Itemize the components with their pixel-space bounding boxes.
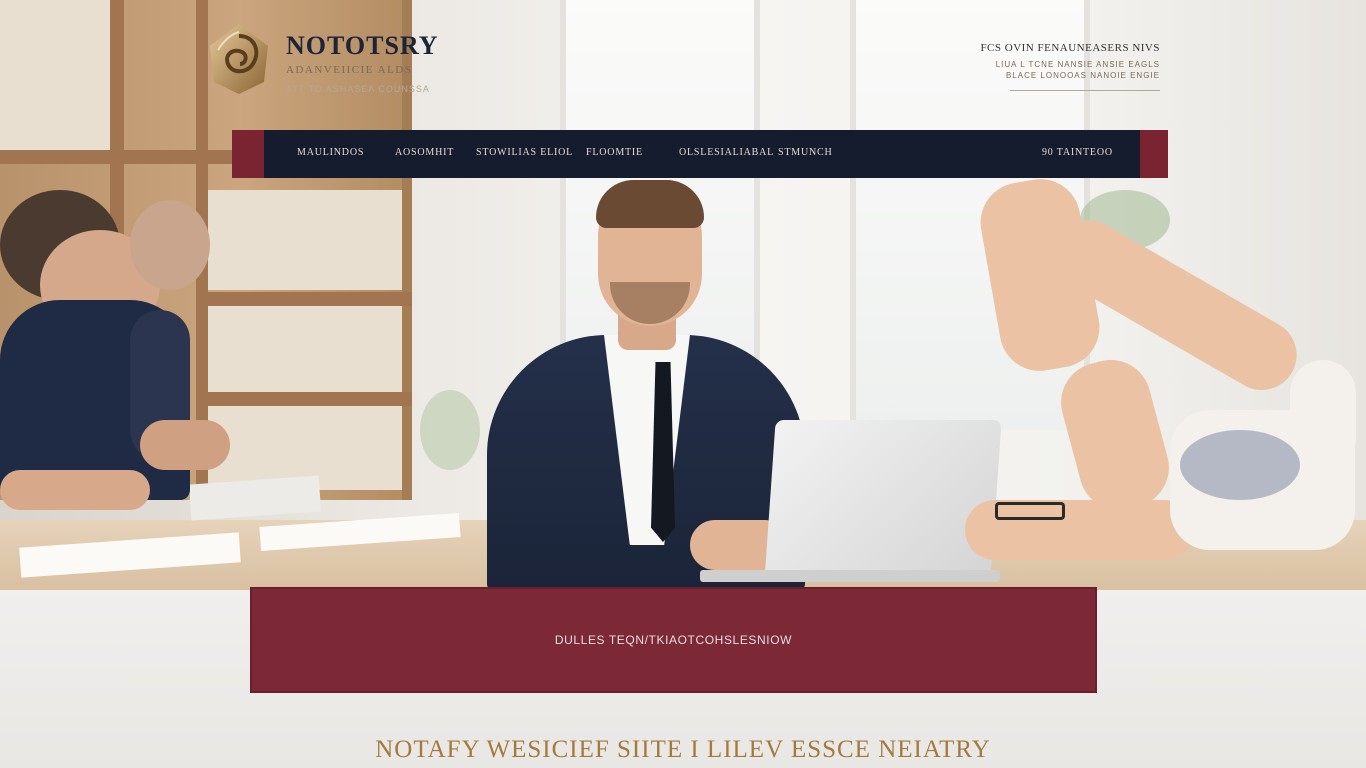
contact-divider [1010,90,1160,91]
site-logo[interactable]: NOTOTSRY ADANVEIICIE ALDS ATT TO ASHASEA… [204,20,439,96]
page-headline: NOTAFY WESICIEF SIITE I LILEV ESSCE NEIA… [375,736,991,763]
header-contact: FCS OVIN FENAUNEASERS NIVS LIUA L TCNE N… [960,42,1160,91]
nav-item[interactable]: OLSLESIALIABAL [679,147,774,158]
banner-text: DULLES TEQN/TKIAOTCOHSLESNIOW [554,633,793,647]
colleagues-figure [0,190,240,530]
logo-name: NOTOTSRY [286,31,439,60]
nav-item[interactable]: AOSOMHIT [395,147,454,158]
nav-item[interactable]: STOWILIAS ELIOL [476,147,573,158]
nav-item[interactable]: STMUNCH [778,147,833,158]
contact-detail: BLACE LONOOAS NANOIE ENGIE [1005,71,1160,80]
main-nav: MAULINDOS AOSOMHIT STOWILIAS ELIOL FLOOM… [232,130,1168,178]
nav-item[interactable]: MAULINDOS [297,147,364,158]
nav-item[interactable]: FLOOMTIE [586,147,643,158]
laptop [764,420,1002,582]
nav-cta-link[interactable]: 90 TAINTEOO [1042,147,1113,158]
logo-emblem-icon [210,24,268,94]
plant [420,390,480,470]
contact-detail: LIUA L TCNE NANSIE ANSIE EAGLS [995,60,1160,69]
logo-tagline: ADANVEIICIE ALDS [286,64,413,76]
cta-banner[interactable]: DULLES TEQN/TKIAOTCOHSLESNIOW [250,587,1097,693]
contact-headline: FCS OVIN FENAUNEASERS NIVS [980,42,1160,54]
logo-subtagline: ATT TO ASHASEA COUNSSA [286,84,430,94]
